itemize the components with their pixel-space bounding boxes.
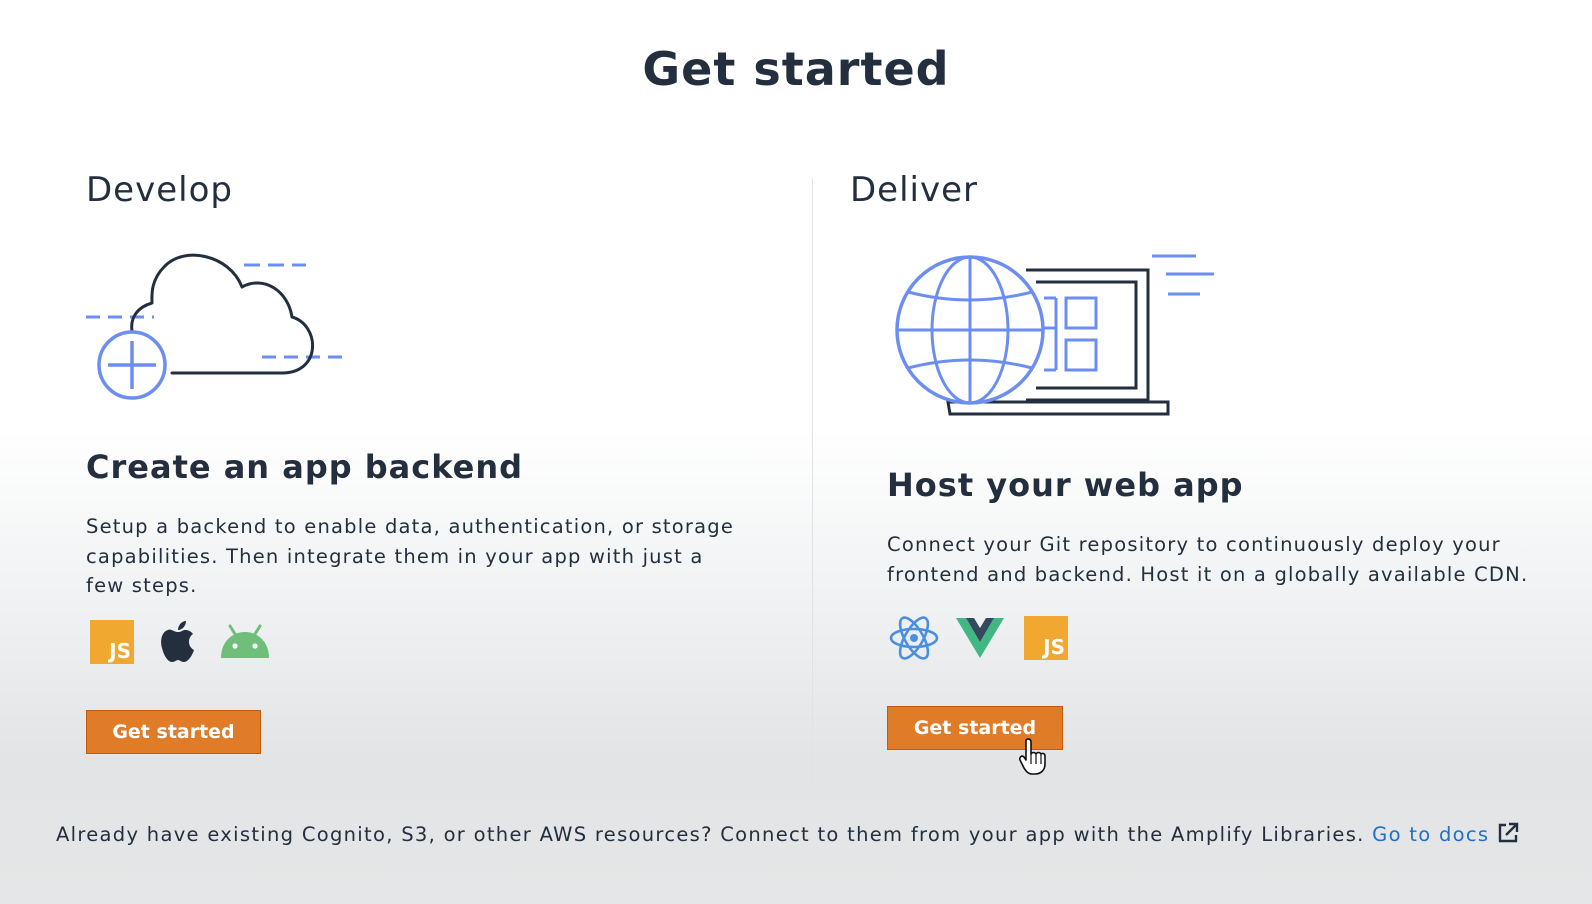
develop-heading: Develop — [86, 170, 233, 210]
js-badge-label: JS — [109, 639, 131, 663]
develop-get-started-button[interactable]: Get started — [86, 710, 261, 754]
vue-icon — [956, 618, 1004, 658]
footer-text: Already have existing Cognito, S3, or ot… — [56, 823, 1365, 846]
cloud-add-illustration — [86, 253, 350, 400]
deliver-card-title: Host your web app — [887, 466, 1244, 504]
develop-card-title: Create an app backend — [86, 448, 524, 486]
globe-laptop-illustration — [895, 254, 1214, 416]
deliver-heading: Deliver — [850, 170, 979, 210]
hand-cursor-icon — [1019, 738, 1046, 775]
column-divider — [812, 178, 813, 788]
go-to-docs-label[interactable]: Go to docs — [1372, 823, 1489, 846]
js-badge-label: JS — [1043, 635, 1065, 659]
deliver-description: Connect your Git repository to continuou… — [887, 533, 1529, 586]
javascript-icon: JS — [90, 620, 134, 664]
apple-icon — [161, 621, 194, 662]
javascript-icon: JS — [1024, 616, 1068, 660]
footer-note: Already have existing Cognito, S3, or ot… — [56, 822, 1519, 846]
external-link-icon[interactable] — [1497, 822, 1519, 844]
develop-description: Setup a backend to enable data, authenti… — [86, 515, 735, 597]
page-title: Get started — [642, 42, 950, 96]
go-to-docs-link[interactable]: Go to docs — [1372, 822, 1519, 846]
android-icon — [221, 624, 269, 658]
react-icon — [889, 616, 939, 660]
